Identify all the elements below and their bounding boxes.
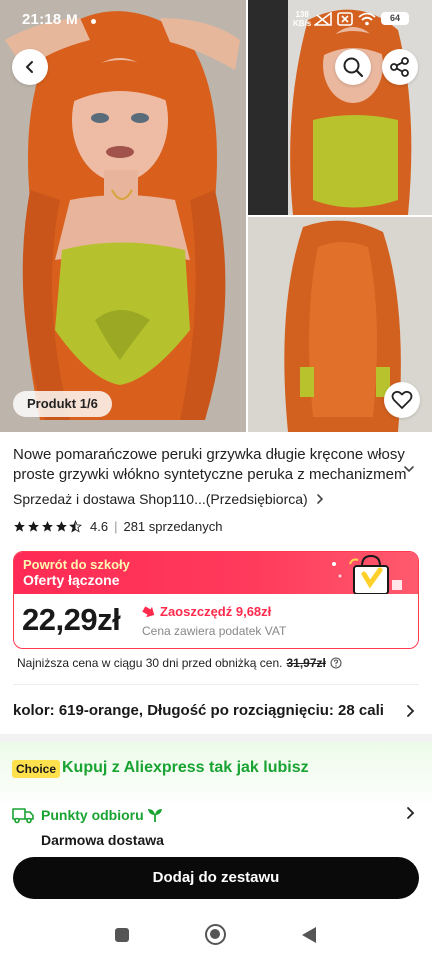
status-time: 21:18 <box>22 11 62 28</box>
chevron-right-icon[interactable] <box>405 704 415 718</box>
free-delivery: Darmowa dostawa <box>41 832 164 848</box>
lowest-price-info[interactable]: Najniższa cena w ciągu 30 dni przed obni… <box>17 656 342 670</box>
share-icon <box>390 57 409 77</box>
chevron-down-icon[interactable] <box>403 464 415 474</box>
heart-icon <box>391 390 413 409</box>
battery-indicator: 64 <box>381 12 409 25</box>
lowest-price-label: Najniższa cena w ciągu 30 dni przed obni… <box>17 656 283 670</box>
system-navigation-bar <box>0 910 432 960</box>
product-gallery[interactable]: 21:18 M 138 KB/s 64 Produkt 1/6 <box>0 0 432 432</box>
seller-link[interactable]: Sprzedaż i dostawa Shop110...(Przedsiębi… <box>13 491 324 507</box>
back-triangle-icon[interactable] <box>302 927 316 943</box>
share-button[interactable] <box>382 49 418 85</box>
network-speed-value: 138 <box>295 10 309 19</box>
choice-section: Choice Kupuj z Aliexpress tak jak lubisz… <box>0 742 432 862</box>
star-icon <box>56 521 67 532</box>
delivery-truck-icon <box>12 808 34 824</box>
promo-banner[interactable]: Powrót do szkoły Oferty łączone <box>14 552 418 594</box>
search-icon <box>343 57 364 78</box>
star-half-icon <box>69 520 82 533</box>
product-counter: Produkt 1/6 <box>13 391 112 417</box>
wishlist-button[interactable] <box>384 382 420 418</box>
rating-value: 4.6 <box>90 519 109 534</box>
no-signal-icon <box>314 12 332 26</box>
recent-apps-icon[interactable] <box>115 928 129 942</box>
network-speed-unit: KB/s <box>293 19 312 28</box>
help-icon[interactable] <box>330 657 342 669</box>
sim-off-icon <box>337 12 353 26</box>
mail-icon: M <box>66 11 78 27</box>
coupon-arrow-icon <box>142 605 155 617</box>
promo-title: Powrót do szkoły <box>23 557 130 572</box>
add-to-set-button[interactable]: Dodaj do zestawu <box>13 857 419 899</box>
chevron-right-icon[interactable] <box>405 806 415 820</box>
promo-subtitle: Oferty łączone <box>23 572 120 588</box>
price-row: 22,29zł Zaoszczędź 9,68zł Cena zawiera p… <box>14 594 418 648</box>
pickup-points[interactable]: Punkty odbioru <box>41 807 163 823</box>
vat-note: Cena zawiera podatek VAT <box>142 624 287 638</box>
notification-dot-icon <box>91 19 96 24</box>
network-speed: 138 KB/s <box>293 10 311 28</box>
star-icon <box>42 521 53 532</box>
sold-count: 281 sprzedanych <box>123 519 223 534</box>
lowest-price-value: 31,97zł <box>286 656 326 670</box>
price-card[interactable]: Powrót do szkoły Oferty łączone 22,29zł … <box>13 551 419 649</box>
rating-stars <box>13 520 82 533</box>
product-title[interactable]: Nowe pomarańczowe peruki grzywka długie … <box>13 445 408 485</box>
star-icon <box>28 521 39 532</box>
shopping-bag-icon <box>332 554 402 594</box>
seller-name: Sprzedaż i dostawa Shop110...(Przedsiębi… <box>13 491 308 507</box>
home-icon[interactable] <box>205 924 226 945</box>
current-price: 22,29zł <box>22 602 121 637</box>
variant-selector[interactable]: kolor: 619-orange, Długość po rozciągnię… <box>13 702 384 719</box>
savings-label: Zaoszczędź 9,68zł <box>142 604 271 619</box>
chevron-left-icon <box>26 61 33 73</box>
star-icon <box>14 521 25 532</box>
choice-tagline: Kupuj z Aliexpress tak jak lubisz <box>62 759 309 776</box>
section-separator <box>0 734 432 742</box>
choice-badge: Choice <box>12 760 61 778</box>
savings-text: Zaoszczędź 9,68zł <box>160 604 272 619</box>
search-button[interactable] <box>335 49 371 85</box>
rating-row[interactable]: 4.6 | 281 sprzedanych <box>13 519 222 534</box>
chevron-right-icon <box>316 494 323 504</box>
leaf-icon <box>147 809 162 822</box>
divider <box>13 684 419 685</box>
wifi-icon <box>358 12 376 26</box>
pickup-points-label: Punkty odbioru <box>41 807 144 823</box>
status-bar: 21:18 M 138 KB/s 64 <box>0 0 432 38</box>
back-button[interactable] <box>12 49 48 85</box>
rating-separator: | <box>114 519 118 534</box>
